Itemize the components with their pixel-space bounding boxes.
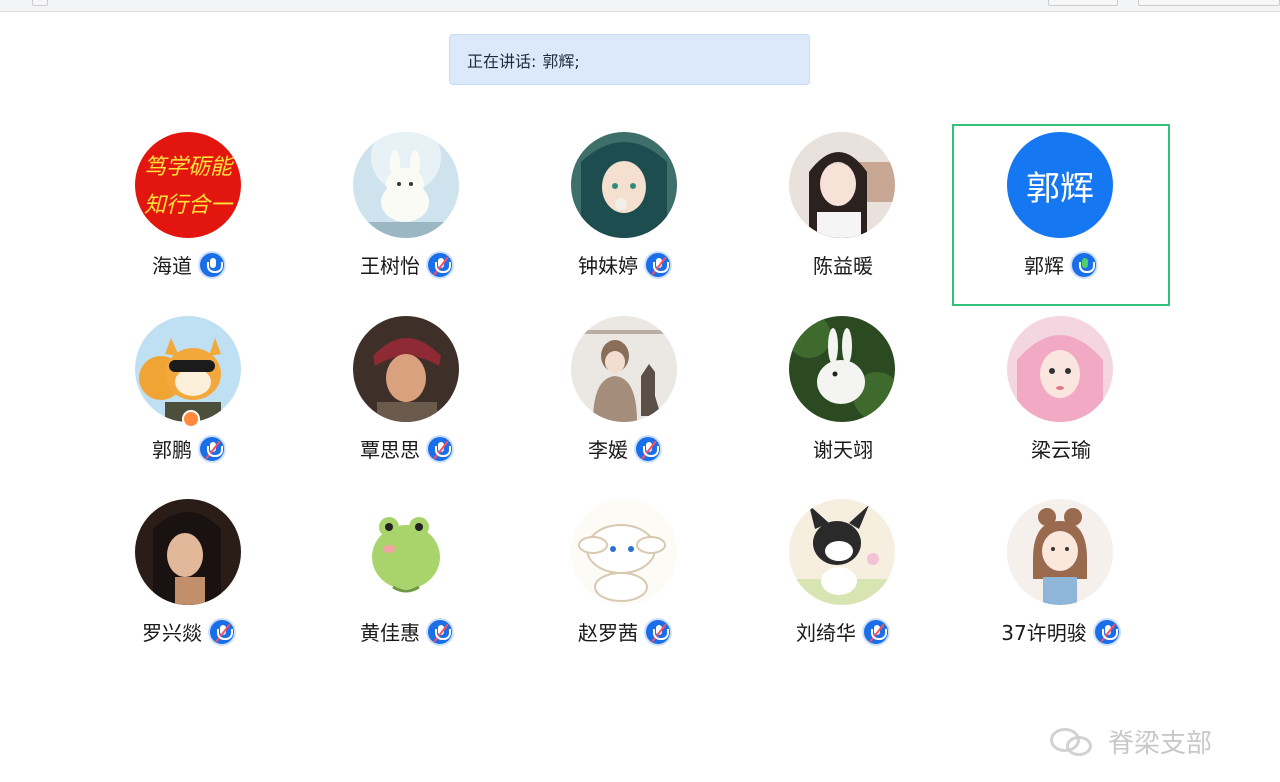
participant-name: 海道 (152, 254, 192, 278)
participant-tile[interactable]: 笃学砺能 知行合一 海道 (80, 124, 298, 306)
participant-tile[interactable]: 罗兴燚 (80, 491, 298, 673)
microphone-muted-icon[interactable] (426, 250, 454, 279)
participant-tile[interactable]: 陈益暖 (734, 124, 952, 306)
participant-name: 37许明骏 (1001, 621, 1087, 645)
participant-tile[interactable]: 谢天翊 (734, 308, 952, 490)
participant-tile[interactable]: 梁云瑜 (952, 308, 1170, 490)
microphone-muted-icon[interactable] (1092, 617, 1121, 646)
wechat-icon (1048, 724, 1098, 760)
participant-tile[interactable]: 37许明骏 (952, 491, 1170, 673)
avatar (571, 132, 677, 238)
speaking-label: 正在讲话: (467, 51, 537, 71)
avatar (353, 316, 459, 422)
toolbar-button[interactable] (32, 0, 48, 6)
participant-tile[interactable]: 赵罗茜 (516, 491, 734, 673)
participant-name: 谢天翊 (813, 438, 873, 462)
toolbar-button[interactable] (1138, 0, 1280, 6)
microphone-muted-icon[interactable] (644, 617, 672, 646)
participant-name: 郭鹏 (152, 438, 192, 462)
avatar (1007, 316, 1113, 422)
participant-tile-active[interactable]: 郭辉 郭辉 (952, 124, 1170, 306)
participant-tile[interactable]: 钟妹婷 (516, 124, 734, 306)
avatar-slogan: 知行合一 (144, 193, 234, 218)
participant-tile[interactable]: 覃思思 (298, 308, 516, 490)
participant-name: 陈益暖 (813, 254, 873, 278)
speaking-indicator: 正在讲话: 郭辉; (449, 34, 810, 85)
participant-name: 罗兴燚 (142, 621, 202, 645)
participant-tile[interactable]: 刘绮华 (734, 491, 952, 673)
browser-toolbar (0, 0, 1280, 12)
microphone-muted-icon[interactable] (634, 434, 662, 463)
participant-name: 王树怡 (360, 254, 420, 278)
avatar (135, 499, 241, 605)
avatar (571, 499, 677, 605)
microphone-muted-icon[interactable] (862, 617, 890, 646)
participant-name: 黄佳惠 (360, 621, 420, 645)
toolbar-button[interactable] (1048, 0, 1118, 6)
microphone-muted-icon[interactable] (208, 617, 236, 646)
avatar (571, 316, 677, 422)
microphone-muted-icon[interactable] (426, 434, 454, 463)
microphone-muted-icon[interactable] (426, 617, 454, 646)
avatar: 郭辉 (1007, 132, 1113, 238)
microphone-speaking-icon[interactable] (1070, 250, 1098, 279)
microphone-muted-icon[interactable] (198, 434, 226, 463)
participant-name: 钟妹婷 (578, 254, 638, 278)
avatar (353, 132, 459, 238)
participant-tile[interactable]: 王树怡 (298, 124, 516, 306)
participant-name: 覃思思 (360, 438, 420, 462)
participant-tile[interactable]: 黄佳惠 (298, 491, 516, 673)
avatar: 笃学砺能 知行合一 (135, 132, 241, 238)
watermark-text: 脊梁支部 (1108, 729, 1213, 759)
participant-name: 梁云瑜 (1031, 438, 1091, 462)
avatar (789, 316, 895, 422)
avatar-slogan: 笃学砺能 (144, 155, 235, 180)
participant-name: 赵罗茜 (578, 621, 638, 645)
participant-name: 郭辉 (1024, 254, 1064, 278)
participant-tile[interactable]: 李媛 (516, 308, 734, 490)
avatar (789, 132, 895, 238)
speaking-names: 郭辉; (542, 51, 580, 71)
microphone-on-icon[interactable] (198, 250, 226, 279)
participant-name: 李媛 (588, 438, 628, 462)
avatar (1007, 499, 1113, 605)
watermark: 脊梁支部 (1048, 723, 1212, 760)
participant-name: 刘绮华 (796, 621, 856, 645)
microphone-muted-icon[interactable] (644, 250, 672, 279)
host-badge-icon (182, 410, 200, 428)
avatar (789, 499, 895, 605)
avatar (353, 499, 459, 605)
participant-tile[interactable]: 郭鹏 (80, 308, 298, 490)
avatar (135, 316, 241, 422)
